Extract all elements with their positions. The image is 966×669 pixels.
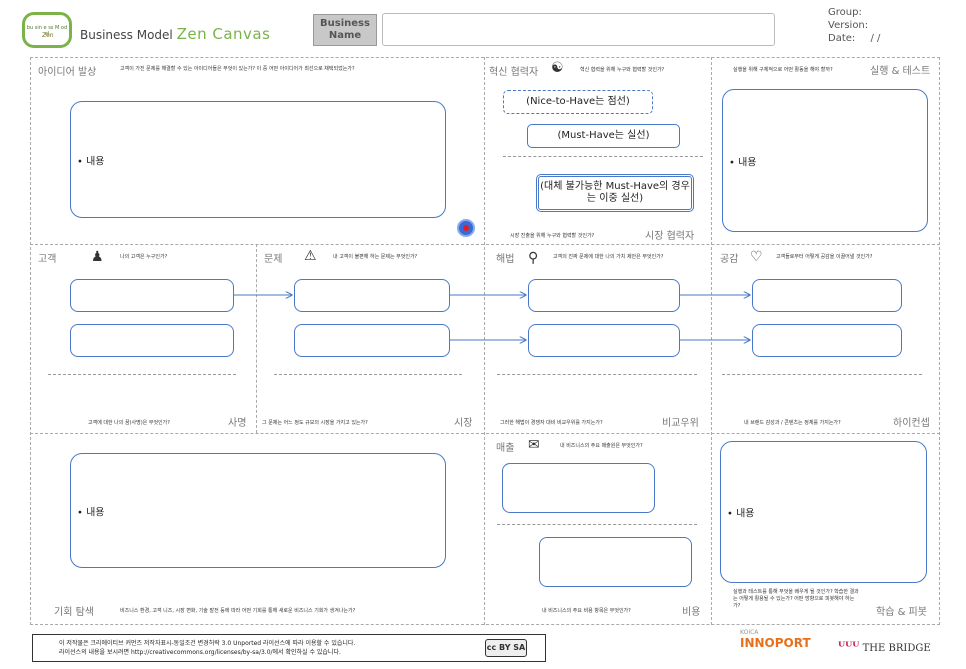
empathy-box-2[interactable] [752, 324, 902, 357]
learning-bullet: • 내용 [727, 508, 755, 520]
solution-box-2[interactable] [528, 324, 680, 357]
empathy-title: 공감 [720, 254, 739, 265]
opportunity-title: 기회 탐색 [54, 607, 94, 618]
ideation-bullet: • 내용 [77, 156, 105, 167]
problem-separator [274, 374, 462, 375]
the-bridge-logo: ᵂᵂᵂ THE BRIDGE [838, 640, 931, 655]
business-name-label: Business Name [313, 14, 377, 46]
cc-badge-icon[interactable]: cc BY SA [485, 639, 527, 657]
app-title-zen: Zen Canvas [176, 25, 271, 43]
problem-bottom-question: 그 문제는 어느 정도 규모의 시장을 가지고 있는가? [262, 420, 368, 426]
ideation-question: 고객이 가진 문제를 해결할 수 있는 아이디어들은 무엇이 있는가? 이 중 … [120, 66, 355, 72]
execution-title: 실행 & 테스트 [870, 66, 931, 77]
logo: bu sin e ss M od el Zen [22, 12, 72, 48]
license-line-2: 라이선스의 내용을 보시려면 http://creativecommons.or… [59, 649, 341, 656]
divider-left-middle [256, 244, 257, 433]
customer-icon: ♟ [91, 249, 104, 265]
market-partner-title: 시장 협력자 [645, 231, 695, 242]
app-title-prefix: Business Model [80, 28, 173, 42]
problem-question: 내 고객이 불편해 하는 문제는 무엇인가? [333, 254, 418, 260]
problem-icon: ⚠ [304, 248, 317, 264]
divider-top [30, 244, 940, 245]
revenue-box[interactable] [502, 463, 655, 513]
learning-question: 실행과 테스트를 통해 무엇을 배우게 될 것인가? 학습한 결과는 어떻게 활… [733, 589, 859, 609]
revenue-title: 매출 [496, 443, 515, 454]
opportunity-question: 비즈니스 환경, 고객 니즈, 시장 변화, 기술 발전 등에 따라 어떤 기회… [120, 608, 356, 614]
execution-bullet: • 내용 [729, 157, 757, 168]
customer-question: 나의 고객은 누구인가? [120, 254, 168, 260]
problem-box-1[interactable] [294, 279, 450, 312]
logo-sub: Zen [42, 32, 54, 39]
market-title: 시장 [454, 418, 473, 429]
cost-box[interactable] [539, 537, 692, 587]
innoport-label: INNOPORT [740, 636, 811, 650]
partner-separator [503, 156, 703, 157]
license-box: 이 저작물은 크리에이티브 커먼즈 저작자표시-동일조건 변경허락 3.0 Un… [32, 634, 546, 662]
heart-icon: ♡ [750, 249, 763, 265]
divider-bottom [30, 433, 940, 434]
learning-title: 학습 & 피봇 [876, 607, 927, 618]
license-line-1: 이 저작물은 크리에이티브 커먼즈 저작자표시-동일조건 변경허락 3.0 Un… [59, 640, 356, 647]
target-icon [457, 219, 475, 237]
nice-to-have-pill[interactable]: (Nice-to-Have는 점선) [503, 90, 653, 114]
version-label: Version: [828, 20, 869, 31]
high-concept-title: 하이컨셉 [893, 418, 930, 429]
solution-bottom-question: 그러한 해법이 경쟁자 대비 비교우위를 가지는가? [500, 420, 603, 426]
innovation-partner-question: 혁신 협력을 위해 누구와 협력할 것인가? [580, 67, 665, 73]
customer-box-1[interactable] [70, 279, 234, 312]
revenue-question: 내 비즈니스의 주요 매출원은 무엇인가? [560, 443, 643, 449]
app-title: Business Model Zen Canvas [80, 25, 270, 43]
irreplaceable-pill[interactable]: (대체 불가능한 Must-Have의 경우는 이중 실선) [536, 174, 694, 212]
problem-title: 문제 [264, 254, 283, 265]
handshake-icon: ☯ [551, 60, 564, 76]
empathy-bottom-question: 내 브랜드 감성과 / 콘텐츠는 정체를 가지는가? [744, 420, 841, 426]
solution-title: 해법 [496, 254, 515, 265]
bridge-people-icon: ᵂᵂᵂ [838, 640, 860, 655]
must-have-pill[interactable]: (Must-Have는 실선) [527, 124, 680, 148]
ideation-card[interactable]: • 내용 [70, 101, 446, 218]
license-text: 이 저작물은 크리에이티브 커먼즈 저작자표시-동일조건 변경허락 3.0 Un… [59, 639, 355, 657]
bridge-label: THE BRIDGE [862, 643, 931, 654]
revenue-icon: ✉ [528, 437, 540, 453]
cost-question: 내 비즈니스의 주요 비용 항목은 무엇인가? [542, 608, 631, 614]
empathy-question: 고객들로부터 어떻게 공감을 이끌어낼 것인가? [776, 254, 873, 260]
customer-separator [48, 374, 236, 375]
advantage-title: 비교우위 [662, 418, 699, 429]
group-label: Group: [828, 7, 862, 18]
revenue-separator [497, 524, 697, 525]
execution-question: 실행을 위해 구체적으로 어떤 활동을 해야 할까? [733, 67, 833, 73]
mission-title: 사명 [228, 418, 247, 429]
solution-icon: ⚲ [528, 250, 539, 266]
solution-question: 고객의 진짜 문제에 대한 나의 가치 제안은 무엇인가? [553, 254, 664, 260]
empathy-box-1[interactable] [752, 279, 902, 312]
market-partner-question: 시장 진출을 위해 누구와 협력할 것인가? [510, 233, 595, 239]
koica-label: KOICA [740, 629, 759, 636]
header: bu sin e ss M od el Zen Business Model Z… [0, 0, 966, 56]
customer-box-2[interactable] [70, 324, 234, 357]
ideation-title: 아이디어 발상 [38, 67, 97, 78]
divider-center [484, 57, 485, 625]
customer-title: 고객 [38, 254, 57, 265]
divider-right [711, 57, 712, 625]
opportunity-card[interactable]: • 내용 [70, 453, 446, 568]
learning-card[interactable]: • 내용 [720, 441, 927, 583]
opportunity-bullet: • 내용 [77, 507, 105, 518]
koica-innoport-logo: KOICA INNOPORT [740, 629, 811, 650]
execution-card[interactable]: • 내용 [722, 89, 928, 232]
solution-box-1[interactable] [528, 279, 680, 312]
business-name-input[interactable] [382, 13, 775, 46]
customer-bottom-question: 고객에 대한 나의 꿈(사명)은 무엇인가? [88, 420, 170, 426]
solution-separator [497, 374, 697, 375]
empathy-separator [722, 374, 922, 375]
problem-box-2[interactable] [294, 324, 450, 357]
cost-title: 비용 [682, 607, 701, 618]
date-label: Date: / / [828, 33, 881, 44]
innovation-partner-title: 혁신 협력자 [489, 67, 539, 78]
